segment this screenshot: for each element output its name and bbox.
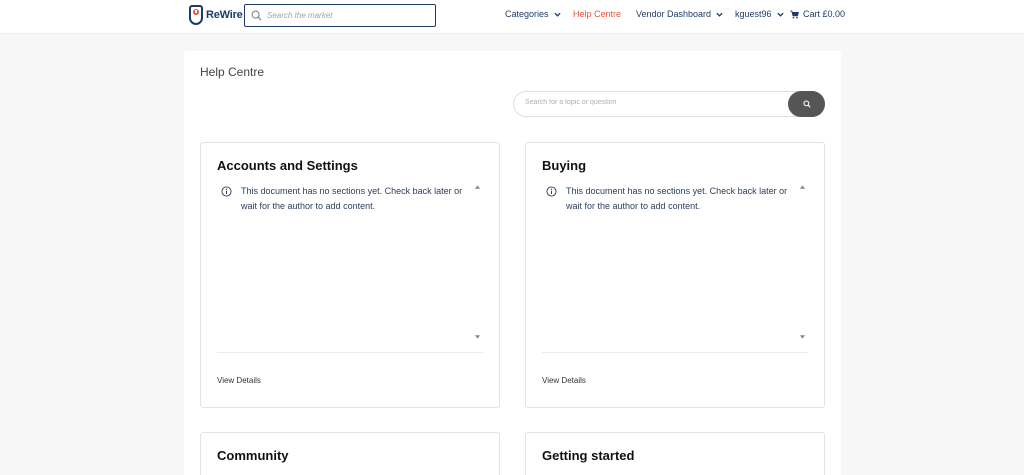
topic-notice-text: This document has no sections yet. Check… bbox=[241, 186, 463, 211]
topic-notice-text: This document has no sections yet. Check… bbox=[566, 186, 788, 211]
nav-user-menu[interactable]: kguest96 bbox=[735, 9, 784, 19]
search-icon bbox=[251, 10, 262, 21]
topic-card-getting-started: Getting started bbox=[525, 432, 825, 475]
help-search-button[interactable] bbox=[788, 91, 825, 117]
topic-title: Accounts and Settings bbox=[217, 158, 358, 173]
help-search-box bbox=[513, 91, 825, 117]
market-search-input[interactable] bbox=[267, 11, 427, 20]
search-icon bbox=[802, 100, 811, 108]
nav-categories-label: Categories bbox=[505, 9, 549, 19]
scroll-down-arrow-icon[interactable] bbox=[799, 334, 806, 340]
scroll-down-arrow-icon[interactable] bbox=[474, 334, 481, 340]
info-icon bbox=[546, 186, 557, 197]
nav-vendor-dashboard[interactable]: Vendor Dashboard bbox=[636, 9, 723, 19]
nav-user-label: kguest96 bbox=[735, 9, 772, 19]
topic-card-community: Community bbox=[200, 432, 500, 475]
rewire-logo[interactable]: ReWire bbox=[189, 4, 243, 26]
nav-help-centre[interactable]: Help Centre bbox=[573, 9, 621, 19]
card-divider bbox=[217, 352, 483, 353]
market-search-box[interactable] bbox=[244, 4, 436, 27]
chevron-down-icon bbox=[716, 12, 723, 17]
nav-cart-label: Cart £0.00 bbox=[803, 9, 846, 19]
view-details-link[interactable]: View Details bbox=[542, 376, 586, 385]
help-search-input[interactable] bbox=[525, 99, 785, 106]
nav-cart[interactable]: Cart £0.00 bbox=[790, 9, 845, 19]
card-divider bbox=[542, 352, 808, 353]
page-title: Help Centre bbox=[200, 65, 265, 79]
topic-title: Buying bbox=[542, 158, 587, 173]
nav-categories[interactable]: Categories bbox=[505, 9, 561, 19]
scroll-up-arrow-icon[interactable] bbox=[799, 184, 806, 190]
topic-card-accounts-and-settings: Accounts and Settings This document has … bbox=[200, 142, 500, 408]
rewire-logo-icon bbox=[189, 5, 203, 25]
chevron-down-icon bbox=[776, 12, 784, 17]
topic-title: Getting started bbox=[542, 448, 635, 463]
topic-card-buying: Buying This document has no sections yet… bbox=[525, 142, 825, 408]
top-navbar: ReWire Categories Help Centre Vendor Das… bbox=[0, 0, 1024, 34]
logo-text: ReWire bbox=[206, 9, 243, 21]
scroll-up-arrow-icon[interactable] bbox=[474, 184, 481, 190]
topic-empty-notice: This document has no sections yet. Check… bbox=[221, 184, 473, 214]
chevron-down-icon bbox=[553, 12, 561, 17]
cart-icon bbox=[790, 9, 799, 18]
help-centre-panel: Help Centre Accounts and Settings This d… bbox=[184, 51, 841, 475]
topic-empty-notice: This document has no sections yet. Check… bbox=[546, 184, 798, 214]
nav-vendor-dashboard-label: Vendor Dashboard bbox=[636, 9, 712, 19]
info-icon bbox=[221, 186, 232, 197]
nav-help-centre-label: Help Centre bbox=[573, 9, 622, 19]
topic-title: Community bbox=[217, 448, 289, 463]
view-details-link[interactable]: View Details bbox=[217, 376, 261, 385]
